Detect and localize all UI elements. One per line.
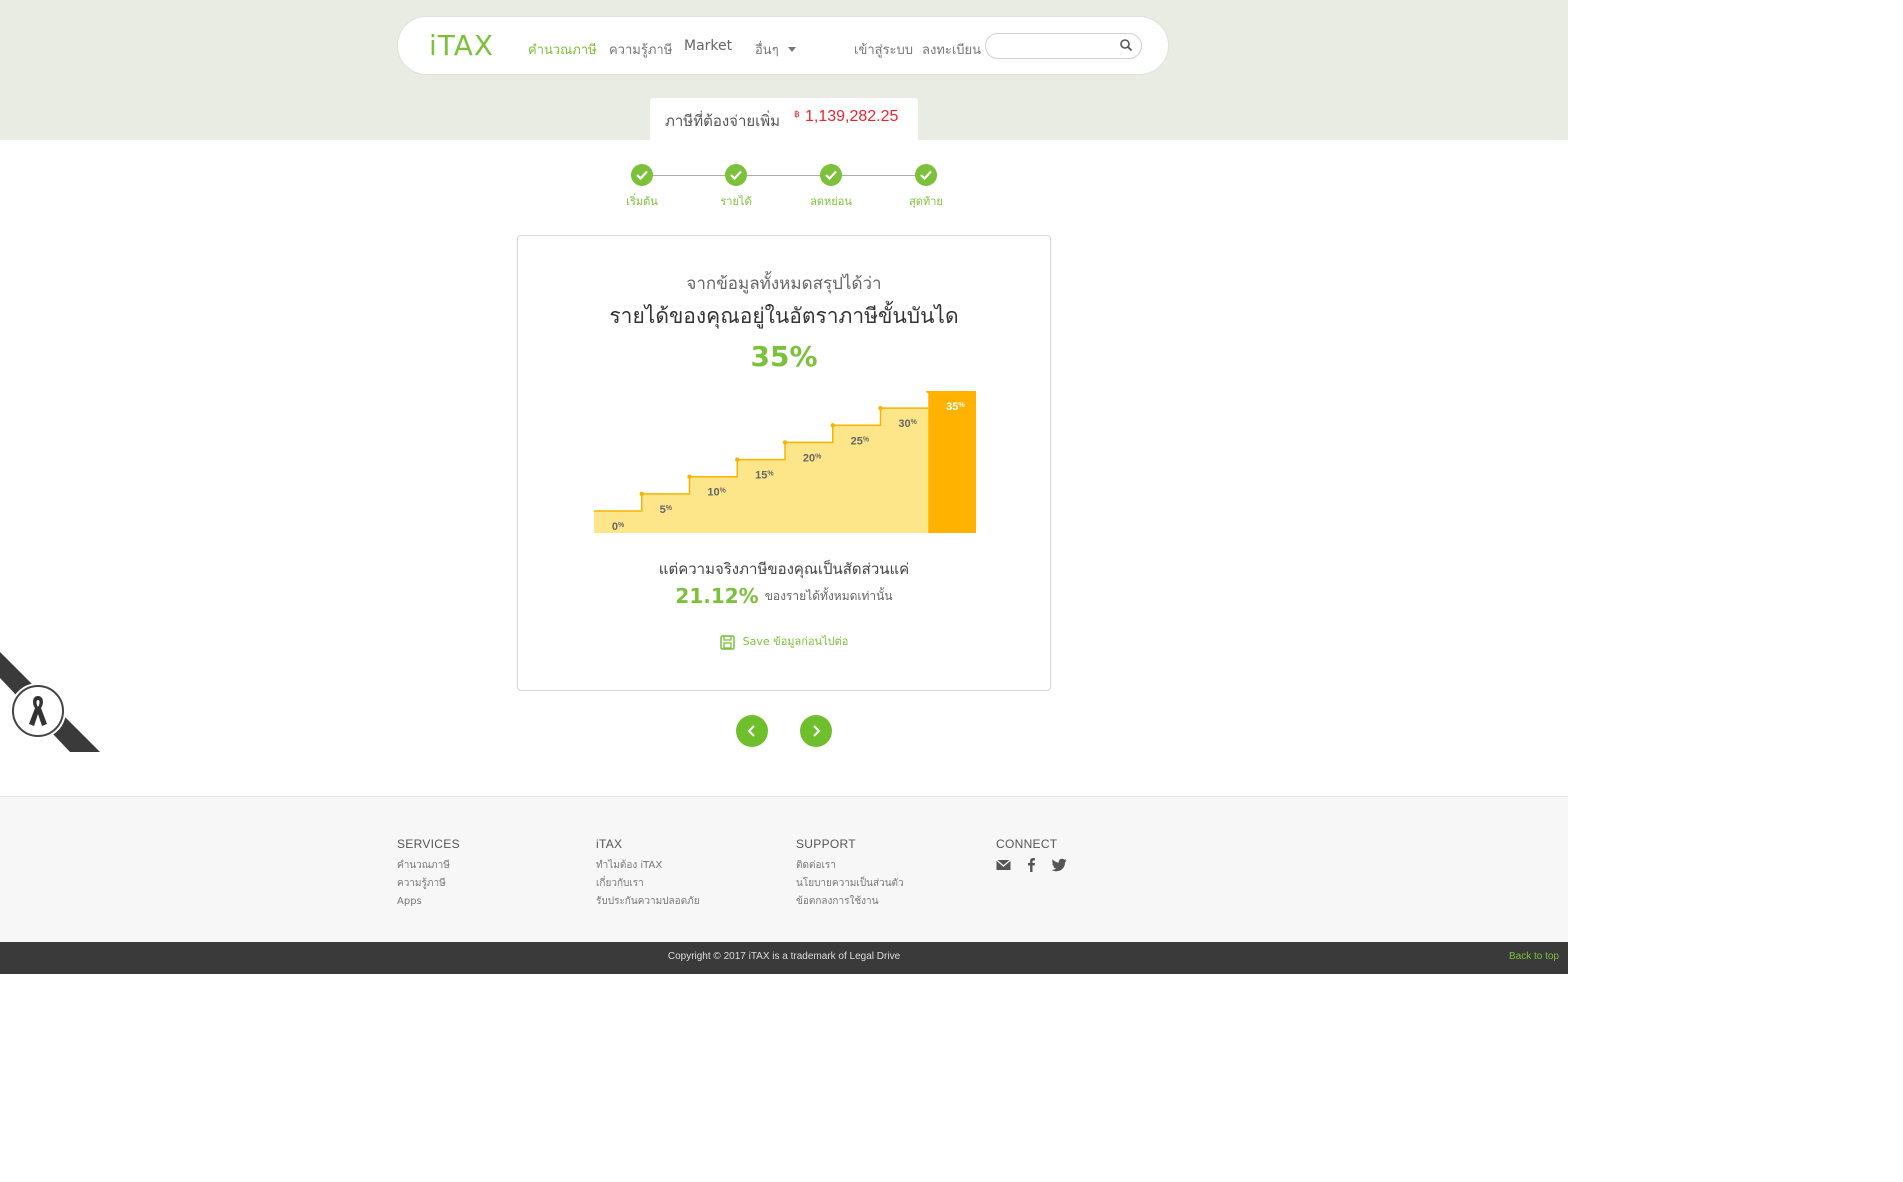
copyright-text: Copyright © 2017 iTAX is a trademark of … <box>667 951 901 962</box>
copyright-bar: Copyright © 2017 iTAX is a trademark of … <box>0 942 1568 974</box>
footer: SERVICES คำนวณภาษี ความรู้ภาษี Apps iTAX… <box>0 796 1568 942</box>
nav-more-dropdown[interactable]: อื่นๆ <box>755 39 779 60</box>
step-final[interactable]: สุดท้าย <box>896 162 956 210</box>
footer-link[interactable]: คำนวณภาษี <box>397 857 460 875</box>
chart-point <box>830 423 835 428</box>
black-ribbon-icon <box>29 696 47 726</box>
chart-bar-10pct <box>689 476 738 533</box>
footer-link[interactable]: เกี่ยวกับเรา <box>596 875 700 893</box>
chart-point <box>878 405 883 411</box>
chevron-down-icon <box>788 47 796 52</box>
footer-heading: CONNECT <box>996 837 1058 851</box>
summary-headline: รายได้ของคุณอยู่ในอัตราภาษีขั้นบันได <box>609 304 959 328</box>
register-link[interactable]: ลงทะเบียน <box>922 39 981 60</box>
top-navbar: iTAX คำนวณภาษี ความรู้ภาษี Market อื่นๆ … <box>397 16 1169 75</box>
footer-link[interactable]: ทำไมต้อง iTAX <box>596 857 700 875</box>
nav-market[interactable]: Market <box>684 38 732 54</box>
chart-point <box>735 457 740 462</box>
save-icon <box>719 634 735 650</box>
next-button[interactable] <box>800 715 832 747</box>
search-icon[interactable] <box>1119 38 1133 52</box>
footer-heading: iTAX <box>596 837 623 851</box>
footer-link[interactable]: รับประกันความปลอดภัย <box>596 893 700 911</box>
email-icon[interactable] <box>996 857 1011 872</box>
tax-bracket-staircase-chart: 0%5%10%15%20%25%30%35% <box>594 391 976 533</box>
footer-connect: CONNECT <box>996 837 1067 872</box>
chevron-right-icon <box>813 725 821 737</box>
step-label: เริ่มต้น <box>626 195 658 208</box>
reality-text: แต่ความจริงภาษีของคุณเป็นสัดส่วนแค่ <box>658 560 910 578</box>
tax-due-label: ภาษีที่ต้องจ่ายเพิ่ม <box>665 112 781 130</box>
step-start[interactable]: เริ่มต้น <box>612 162 672 210</box>
tax-due-amount: 1,139,282.25 <box>805 108 899 125</box>
footer-link[interactable]: นโยบายความเป็นส่วนตัว <box>796 875 904 893</box>
result-card: จากข้อมูลทั้งหมดสรุปได้ว่า รายได้ของคุณอ… <box>517 235 1051 691</box>
back-to-top-link[interactable]: Back to top <box>1509 951 1559 962</box>
tax-due-summary: ภาษีที่ต้องจ่ายเพิ่ม ฿ 1,139,282.25 <box>650 98 918 140</box>
effective-rate-suffix: ของรายได้ทั้งหมดเท่านั้น <box>764 588 893 603</box>
summary-intro: จากข้อมูลทั้งหมดสรุปได้ว่า <box>686 274 882 294</box>
previous-button[interactable] <box>736 715 768 747</box>
footer-support: SUPPORT ติดต่อเรา นโยบายความเป็นส่วนตัว … <box>796 837 904 911</box>
footer-link[interactable]: ข้อตกลงการใช้งาน <box>796 893 904 911</box>
check-icon <box>820 164 842 186</box>
progress-line <box>642 175 926 176</box>
currency-symbol: ฿ <box>794 110 800 120</box>
footer-link[interactable]: ติดต่อเรา <box>796 857 904 875</box>
chart-point <box>687 474 692 479</box>
social-links <box>996 857 1067 872</box>
footer-services: SERVICES คำนวณภาษี ความรู้ภาษี Apps <box>397 837 460 911</box>
nav-tax-calculator[interactable]: คำนวณภาษี <box>528 39 597 60</box>
facebook-icon[interactable] <box>1024 857 1039 872</box>
tax-bracket-rate: 35% <box>750 340 818 373</box>
step-income[interactable]: รายได้ <box>706 162 766 210</box>
effective-rate-line: 21.12% ของรายได้ทั้งหมดเท่านั้น <box>518 584 1050 608</box>
chart-bar-5pct <box>641 493 690 533</box>
footer-link[interactable]: Apps <box>397 893 460 911</box>
check-icon <box>915 164 937 186</box>
check-icon <box>725 164 747 186</box>
nav-tax-knowledge[interactable]: ความรู้ภาษี <box>609 39 672 60</box>
step-label: สุดท้าย <box>909 195 943 208</box>
effective-tax-rate: 21.12% <box>675 584 759 608</box>
footer-heading: SERVICES <box>397 837 460 851</box>
step-label: ลดหย่อน <box>810 195 852 208</box>
step-deductions[interactable]: ลดหย่อน <box>801 162 861 210</box>
chart-point <box>639 491 644 497</box>
save-data-button[interactable]: Save ข้อมูลก่อนไปต่อ <box>518 632 1050 650</box>
save-label-prefix: Save <box>742 635 770 648</box>
mourning-ribbon-badge <box>12 685 64 737</box>
footer-link[interactable]: ความรู้ภาษี <box>397 875 460 893</box>
login-link[interactable]: เข้าสู่ระบบ <box>854 39 913 60</box>
twitter-icon[interactable] <box>1051 857 1067 872</box>
step-label: รายได้ <box>720 195 752 208</box>
search-input[interactable] <box>985 33 1142 59</box>
save-label-text: ข้อมูลก่อนไปต่อ <box>773 635 849 648</box>
itax-logo[interactable]: iTAX <box>429 29 494 62</box>
check-icon <box>631 164 653 186</box>
chevron-left-icon <box>747 725 755 737</box>
footer-itax: iTAX ทำไมต้อง iTAX เกี่ยวกับเรา รับประกั… <box>596 837 700 911</box>
chart-point <box>782 440 788 445</box>
progress-steps: เริ่มต้น รายได้ ลดหย่อน สุดท้าย <box>610 162 960 212</box>
footer-heading: SUPPORT <box>796 837 856 851</box>
